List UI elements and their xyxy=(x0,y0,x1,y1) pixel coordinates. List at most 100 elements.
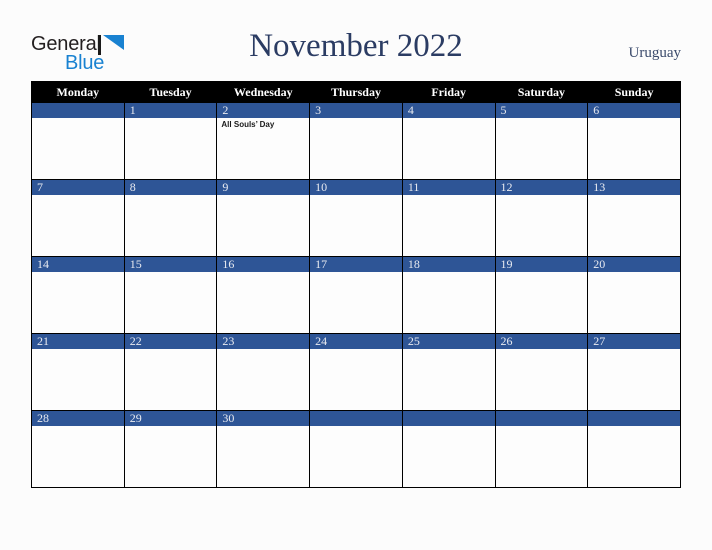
page-title: November 2022 xyxy=(249,28,463,64)
day-events xyxy=(125,349,217,351)
calendar-body: 1 2 All Souls’ Day 3 4 5 6 7 8 9 10 11 12 13 14 15 16 17 1… xyxy=(31,102,681,488)
calendar-week-row: 14 15 16 17 18 19 20 xyxy=(31,256,681,334)
day-number: 3 xyxy=(310,103,402,118)
day-events xyxy=(403,349,495,351)
day-number: 29 xyxy=(124,411,217,426)
day-number xyxy=(32,103,124,118)
calendar-day-cell[interactable]: 11 xyxy=(401,179,496,257)
day-number: 1 xyxy=(124,103,217,118)
day-number: 16 xyxy=(217,257,310,272)
day-events xyxy=(403,426,495,428)
day-events xyxy=(496,118,588,120)
calendar-empty-cell[interactable] xyxy=(309,410,403,488)
day-number: 2 xyxy=(217,103,310,118)
day-events xyxy=(32,349,124,351)
calendar-day-cell[interactable]: 26 xyxy=(494,333,589,411)
day-number: 27 xyxy=(588,334,680,349)
calendar-week-row: 21 22 23 24 25 26 27 xyxy=(31,333,681,411)
calendar-grid: Monday Tuesday Wednesday Thursday Friday… xyxy=(31,81,681,488)
calendar-empty-cell[interactable] xyxy=(31,102,125,180)
calendar-day-cell[interactable]: 10 xyxy=(309,179,403,257)
calendar-day-cell[interactable]: 9 xyxy=(216,179,311,257)
calendar-day-cell[interactable]: 23 xyxy=(216,333,311,411)
day-number: 25 xyxy=(402,334,495,349)
day-events xyxy=(125,118,217,120)
day-events xyxy=(496,195,588,197)
day-events xyxy=(125,272,217,274)
day-number xyxy=(310,411,402,426)
calendar-page: General Blue November 2022 Uruguay Monda… xyxy=(0,0,712,550)
calendar-day-cell[interactable]: 3 xyxy=(309,102,403,180)
day-events xyxy=(588,426,680,428)
day-events xyxy=(32,426,124,428)
weekday-header-sunday: Sunday xyxy=(587,81,681,103)
day-events xyxy=(32,118,124,120)
calendar-day-cell[interactable]: 12 xyxy=(494,179,589,257)
weekday-header-thursday: Thursday xyxy=(309,81,403,103)
day-events xyxy=(217,195,309,197)
calendar-day-cell[interactable]: 14 xyxy=(31,256,125,334)
calendar-day-cell[interactable]: 29 xyxy=(123,410,218,488)
weekday-header-tuesday: Tuesday xyxy=(123,81,218,103)
calendar-week-row: 28 29 30 xyxy=(31,410,681,488)
day-number: 17 xyxy=(310,257,402,272)
weekday-header-wednesday: Wednesday xyxy=(216,81,311,103)
day-number: 24 xyxy=(310,334,402,349)
day-number: 23 xyxy=(217,334,310,349)
weekday-header-row: Monday Tuesday Wednesday Thursday Friday… xyxy=(31,81,681,103)
day-events xyxy=(588,118,680,120)
day-number: 14 xyxy=(32,257,124,272)
calendar-empty-cell[interactable] xyxy=(494,410,589,488)
calendar-day-cell[interactable]: 22 xyxy=(123,333,218,411)
calendar-day-cell[interactable]: 20 xyxy=(587,256,681,334)
calendar-day-cell[interactable]: 15 xyxy=(123,256,218,334)
day-events xyxy=(310,349,402,351)
day-events xyxy=(310,195,402,197)
calendar-day-cell[interactable]: 28 xyxy=(31,410,125,488)
day-number xyxy=(402,411,495,426)
day-events xyxy=(32,195,124,197)
calendar-day-cell[interactable]: 6 xyxy=(587,102,681,180)
day-events xyxy=(588,195,680,197)
day-number: 9 xyxy=(217,180,310,195)
calendar-empty-cell[interactable] xyxy=(401,410,496,488)
calendar-empty-cell[interactable] xyxy=(587,410,681,488)
calendar-day-cell[interactable]: 19 xyxy=(494,256,589,334)
weekday-header-monday: Monday xyxy=(31,81,125,103)
calendar-day-cell[interactable]: 25 xyxy=(401,333,496,411)
day-number: 21 xyxy=(32,334,124,349)
calendar-day-cell[interactable]: 7 xyxy=(31,179,125,257)
day-number: 20 xyxy=(588,257,680,272)
calendar-day-cell[interactable]: 13 xyxy=(587,179,681,257)
calendar-day-cell[interactable]: 2 All Souls’ Day xyxy=(216,102,311,180)
day-number: 19 xyxy=(495,257,588,272)
day-events xyxy=(32,272,124,274)
day-events xyxy=(496,349,588,351)
day-number: 30 xyxy=(217,411,310,426)
calendar-day-cell[interactable]: 16 xyxy=(216,256,311,334)
calendar-day-cell[interactable]: 5 xyxy=(494,102,589,180)
calendar-day-cell[interactable]: 4 xyxy=(401,102,496,180)
day-events xyxy=(310,426,402,428)
calendar-day-cell[interactable]: 8 xyxy=(123,179,218,257)
calendar-day-cell[interactable]: 17 xyxy=(309,256,403,334)
weekday-header-friday: Friday xyxy=(401,81,496,103)
calendar-day-cell[interactable]: 30 xyxy=(216,410,311,488)
day-number xyxy=(495,411,588,426)
country-label: Uruguay xyxy=(628,45,682,61)
calendar-day-cell[interactable]: 18 xyxy=(401,256,496,334)
day-events xyxy=(125,195,217,197)
day-events xyxy=(496,272,588,274)
calendar-day-cell[interactable]: 24 xyxy=(309,333,403,411)
day-number: 15 xyxy=(124,257,217,272)
calendar-day-cell[interactable]: 21 xyxy=(31,333,125,411)
calendar-day-cell[interactable]: 1 xyxy=(123,102,218,180)
calendar-day-cell[interactable]: 27 xyxy=(587,333,681,411)
holiday-label: All Souls’ Day xyxy=(221,120,275,129)
day-number: 11 xyxy=(402,180,495,195)
day-number: 28 xyxy=(32,411,124,426)
weekday-header-saturday: Saturday xyxy=(494,81,589,103)
day-number: 12 xyxy=(495,180,588,195)
day-events xyxy=(403,118,495,120)
day-events xyxy=(403,195,495,197)
